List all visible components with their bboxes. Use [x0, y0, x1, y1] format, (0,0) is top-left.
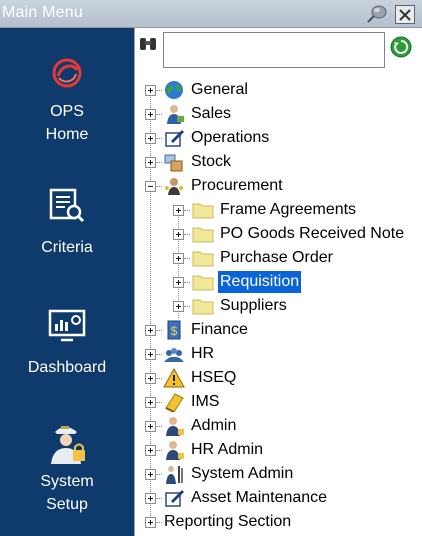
search-go-icon[interactable]	[390, 36, 412, 58]
folder-icon	[192, 227, 214, 243]
folder-icon	[192, 251, 214, 267]
nav-ops-home-label: OPS Home	[45, 103, 89, 143]
tree-item-hseq[interactable]: HSEQ	[145, 366, 238, 390]
tree-label: General	[191, 81, 248, 98]
pin-icon[interactable]	[366, 4, 388, 24]
tree-label: Procurement	[191, 177, 283, 194]
expand-icon[interactable]	[145, 444, 156, 456]
expand-icon[interactable]	[173, 252, 184, 264]
search-input[interactable]	[163, 32, 385, 68]
tree-label: Stock	[191, 153, 232, 170]
expand-icon[interactable]	[145, 420, 156, 432]
tree-item-reporting-section[interactable]: Reporting Section	[145, 510, 293, 534]
menu-tree: General Sales Operations Stock Procureme…	[135, 78, 422, 536]
svg-text:$: $	[171, 324, 178, 338]
expand-icon[interactable]	[145, 516, 156, 528]
tree-label: HSEQ	[191, 369, 237, 386]
folder-icon	[192, 275, 214, 291]
nav-system-setup[interactable]: System Setup	[0, 420, 134, 516]
tree-item-admin[interactable]: Admin	[145, 414, 238, 438]
ops-logo-icon	[52, 58, 82, 88]
tree-label: Frame Agreements	[220, 201, 357, 218]
system-admin-tools-icon	[166, 466, 183, 484]
tree-label: Asset Maintenance	[191, 489, 328, 506]
expand-icon[interactable]	[145, 156, 156, 168]
expand-icon[interactable]	[145, 108, 156, 120]
tree-label: Suppliers	[220, 297, 287, 314]
stock-boxes-icon	[164, 154, 183, 172]
tree-label: IMS	[191, 393, 220, 410]
nav-criteria[interactable]: Criteria	[0, 188, 134, 259]
nav-system-setup-label: System Setup	[40, 473, 94, 513]
warning-icon	[163, 368, 185, 388]
expand-icon[interactable]	[145, 468, 156, 480]
dashboard-icon	[48, 309, 86, 342]
expand-icon[interactable]	[145, 396, 156, 408]
tree-item-operations[interactable]: Operations	[145, 126, 271, 150]
tree-item-finance[interactable]: $ Finance	[145, 318, 250, 342]
tree-item-hr-admin[interactable]: HR Admin	[145, 438, 265, 462]
tree-label: Sales	[191, 105, 232, 122]
tree-item-procurement[interactable]: Procurement	[145, 174, 285, 198]
expand-icon[interactable]	[145, 372, 156, 384]
expand-icon[interactable]	[173, 228, 184, 240]
tree-item-requisition[interactable]: Requisition	[173, 270, 302, 294]
tree-label: Purchase Order	[220, 249, 333, 266]
tree-label: Operations	[191, 129, 270, 146]
tree-label: HR Admin	[191, 441, 264, 458]
tree-item-stock[interactable]: Stock	[145, 150, 233, 174]
window-title: Main Menu	[2, 4, 83, 21]
system-setup-icon	[51, 426, 85, 464]
admin-icon	[166, 417, 184, 436]
tree-label-selected: Requisition	[218, 271, 302, 293]
tree-label: System Admin	[191, 465, 294, 482]
ims-book-icon	[165, 393, 184, 412]
tree-item-suppliers[interactable]: Suppliers	[173, 294, 289, 318]
expand-icon[interactable]	[145, 348, 156, 360]
tree-item-asset-maintenance[interactable]: Asset Maintenance	[145, 486, 329, 510]
tree-item-frame-agreements[interactable]: Frame Agreements	[173, 198, 358, 222]
expand-icon[interactable]	[145, 84, 156, 96]
title-bar: Main Menu	[0, 0, 422, 28]
tree-label: Reporting Section	[164, 513, 292, 530]
nav-dashboard[interactable]: Dashboard	[0, 308, 134, 379]
expand-icon[interactable]	[145, 324, 156, 336]
tree-item-ims[interactable]: IMS	[145, 390, 221, 414]
criteria-icon	[49, 188, 85, 223]
tree-item-general[interactable]: General	[145, 78, 250, 102]
tree-label: Admin	[191, 417, 237, 434]
globe-icon	[165, 81, 183, 99]
folder-icon	[192, 203, 214, 219]
tree-item-sales[interactable]: Sales	[145, 102, 233, 126]
close-button[interactable]	[395, 5, 415, 24]
left-navigation: OPS Home Criteria Dashboard System Setup	[0, 28, 134, 536]
hr-admin-icon	[166, 441, 184, 460]
asset-maintenance-icon	[165, 490, 184, 507]
tree-label: HR	[191, 345, 215, 362]
operations-icon	[165, 130, 184, 147]
finance-icon: $	[167, 320, 181, 340]
tree-item-purchase-order[interactable]: Purchase Order	[173, 246, 335, 270]
close-icon	[399, 8, 411, 21]
expand-icon[interactable]	[173, 276, 184, 288]
expand-icon[interactable]	[173, 300, 184, 312]
tree-item-hr[interactable]: HR	[145, 342, 216, 366]
hr-people-icon	[164, 348, 184, 362]
nav-criteria-label: Criteria	[41, 239, 93, 256]
procurement-icon	[165, 178, 183, 195]
tree-item-po-goods-received-note[interactable]: PO Goods Received Note	[173, 222, 406, 246]
expand-icon[interactable]	[145, 132, 156, 144]
binoculars-icon	[140, 38, 156, 50]
nav-ops-home[interactable]: OPS Home	[0, 56, 134, 146]
tree-item-system-admin[interactable]: System Admin	[145, 462, 295, 486]
tree-label: Finance	[191, 321, 248, 338]
folder-icon	[192, 299, 214, 315]
collapse-icon[interactable]	[145, 180, 156, 192]
expand-icon[interactable]	[173, 204, 184, 216]
menu-panel: General Sales Operations Stock Procureme…	[134, 28, 422, 536]
sales-people-icon	[167, 105, 184, 124]
expand-icon[interactable]	[145, 492, 156, 504]
tree-label: PO Goods Received Note	[220, 225, 405, 242]
nav-dashboard-label: Dashboard	[27, 359, 107, 376]
